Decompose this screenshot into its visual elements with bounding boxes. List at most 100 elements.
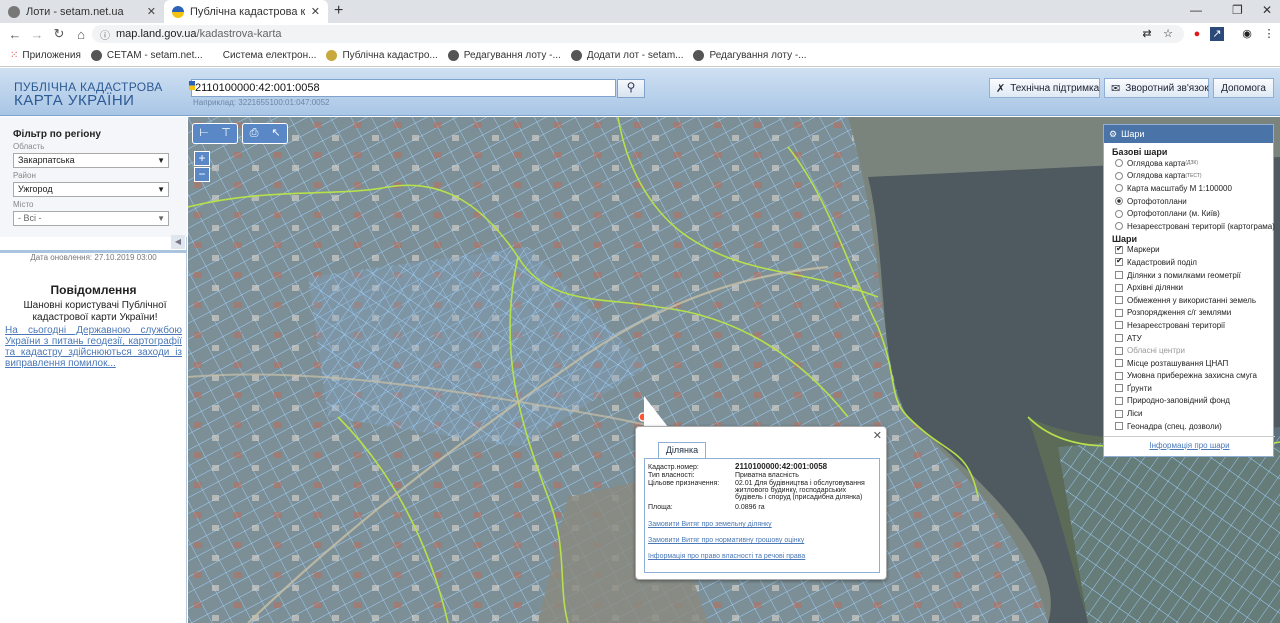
layer-checkbox[interactable] [1115,334,1123,343]
bookmark-item[interactable]: Система електрон... [223,50,317,61]
layer-checkbox[interactable] [1115,396,1123,405]
layer-checkbox[interactable] [1115,283,1123,292]
maximize-icon[interactable]: ❐ [1232,3,1243,17]
tab-kadastr[interactable]: Публічна кадастрова карта Укр ✕ [164,0,328,23]
zoom-out-button[interactable]: − [194,167,210,182]
feedback-button[interactable]: ✉ Зворотний зв'язок [1104,78,1209,98]
close-icon[interactable]: ✕ [873,429,882,442]
bookmark-item[interactable]: Редагування лоту -... [693,50,807,61]
layer-row[interactable]: АТУ [1115,332,1273,345]
minimize-icon[interactable]: — [1190,3,1202,17]
layer-row[interactable]: Місце розташування ЦНАП [1115,357,1273,370]
address-bar[interactable]: ⓘ map.land.gov.ua/kadastrova-karta [92,25,1184,43]
close-window-icon[interactable]: ✕ [1262,3,1272,17]
layer-checkbox[interactable] [1115,256,1123,267]
layer-checkbox[interactable] [1115,371,1123,380]
bookmark-item[interactable]: Публічна кадастро... [326,50,438,61]
opera-icon[interactable]: ● [1190,27,1204,41]
layer-row[interactable]: Геонадра (спец. дозволи) [1115,420,1273,433]
layer-row[interactable]: Незареєстровані території (картограма) [1115,220,1275,233]
tab-title: Лоти - setam.net.ua [26,5,124,18]
layer-radio[interactable] [1115,159,1123,168]
translate-icon[interactable]: ⇄ [1140,27,1154,41]
layer-checkbox[interactable] [1115,422,1123,431]
layer-row[interactable]: Обмеження у використанні земель [1115,294,1273,307]
layer-checkbox[interactable] [1115,384,1123,393]
layer-row[interactable]: Кадастровий поділ [1115,256,1273,269]
profile-icon[interactable]: ◉ [1240,27,1254,41]
globe-icon [447,50,459,61]
order-extract-link[interactable]: Замовити Витяг про земельну ділянку [648,521,772,528]
layer-checkbox[interactable] [1115,409,1123,418]
layer-radio[interactable] [1115,209,1123,218]
layer-label: Ділянки з помилками геометрії [1127,270,1241,280]
oblast-select[interactable]: Закарпатська ▼ [13,153,169,168]
cadastral-search-input[interactable]: 2110100000:42:001:0058 [191,79,616,97]
reload-icon[interactable]: ↻ [48,26,70,42]
layer-row[interactable]: Ділянки з помилками геометрії [1115,269,1273,282]
city-select[interactable]: - Всі - ▼ [13,211,169,226]
layer-checkbox[interactable] [1115,346,1123,355]
layers-info-link[interactable]: Інформація про шари [1104,436,1275,450]
layer-checkbox[interactable] [1115,308,1123,317]
layers-header[interactable]: ⚙ Шари [1104,125,1273,143]
layer-row[interactable]: Ортофотоплани (м. Київ) [1115,207,1273,220]
layer-label: Геонадра (спец. дозволи) [1127,421,1222,431]
site-logo[interactable]: ПУБЛІЧНА КАДАСТРОВА КАРТА УКРАЇНИ [14,80,163,108]
extension-icon[interactable]: ↗ [1210,27,1224,41]
collapse-panel-button[interactable]: ◀ [171,235,185,249]
layer-checkbox[interactable] [1115,271,1123,280]
tech-support-button[interactable]: ✗ Технічна підтримка [989,78,1100,98]
left-panel: Фільтр по регіону Область Закарпатська ▼ … [0,117,187,623]
back-icon[interactable]: ← [4,27,26,42]
layer-checkbox[interactable] [1115,321,1123,330]
layer-row[interactable]: Оглядова карта (ТЕСТ) [1115,170,1273,183]
identify-icon[interactable]: ↖ [265,124,287,143]
layer-row[interactable]: Ортофотоплани [1115,195,1273,208]
layer-row[interactable]: Незареєстровані території [1115,319,1273,332]
bookmark-item[interactable]: СЕТАМ - setam.net... [90,50,203,61]
layer-radio[interactable] [1115,197,1123,206]
tab-parcel[interactable]: Ділянка [658,442,706,458]
layer-row[interactable]: Маркери [1115,244,1273,257]
new-tab-icon[interactable]: + [334,2,343,20]
bookmark-item[interactable]: Редагування лоту -... [447,50,561,61]
layer-row[interactable]: Архівні ділянки [1115,281,1273,294]
layer-radio[interactable] [1115,184,1123,193]
layer-row[interactable]: Умовна прибережна захисна смуга [1115,370,1273,383]
home-icon[interactable]: ⌂ [70,27,92,42]
forward-icon[interactable]: → [26,27,48,42]
bookmark-apps[interactable]: ⁙ Приложения [10,50,81,61]
raion-select[interactable]: Ужгород ▼ [13,182,169,197]
help-button[interactable]: Допомога [1213,78,1274,98]
bookmark-item[interactable]: Додати лот - setam... [570,50,683,61]
close-tab-icon[interactable]: ✕ [311,5,320,18]
layer-checkbox[interactable] [1115,244,1123,254]
layer-row[interactable]: Ґрунти [1115,382,1273,395]
search-button[interactable]: ⚲ [617,79,645,98]
tab-setam[interactable]: Лоти - setam.net.ua ✕ [0,0,164,23]
layer-row[interactable]: Природно-заповідний фонд [1115,395,1273,408]
messages-link[interactable]: На сьогодні Державною службою України з … [5,325,182,369]
area-label: Площа: [648,504,673,511]
measure-distance-icon[interactable]: ⊢ [193,124,215,143]
layer-checkbox[interactable] [1115,359,1123,368]
search-example: Наприклад: 3221655100:01:047:0052 [193,98,330,107]
layer-row[interactable]: Обласні центри [1115,344,1273,357]
layer-row[interactable]: Ліси [1115,407,1273,420]
layer-checkbox[interactable] [1115,296,1123,305]
zoom-in-button[interactable]: + [194,151,210,166]
measure-area-icon[interactable]: ⊤ [215,124,237,143]
close-tab-icon[interactable]: ✕ [147,5,156,18]
ownership-info-link[interactable]: Інформація про право власності та речові… [648,553,805,560]
layer-row[interactable]: Розпорядження с/г землями [1115,307,1273,320]
layer-radio[interactable] [1115,222,1123,231]
star-icon[interactable]: ☆ [1161,27,1175,41]
menu-icon[interactable]: ⋮ [1262,27,1276,41]
layer-row[interactable]: Оглядова карта (ДЗК) [1115,157,1273,170]
info-icon[interactable]: ⓘ [100,27,110,42]
layer-radio[interactable] [1115,171,1123,180]
order-valuation-link[interactable]: Замовити Витяг про нормативну грошову оц… [648,537,804,544]
layer-row[interactable]: Карта масштабу М 1:100000 [1115,182,1273,195]
print-icon[interactable]: ⎙ [243,124,265,143]
